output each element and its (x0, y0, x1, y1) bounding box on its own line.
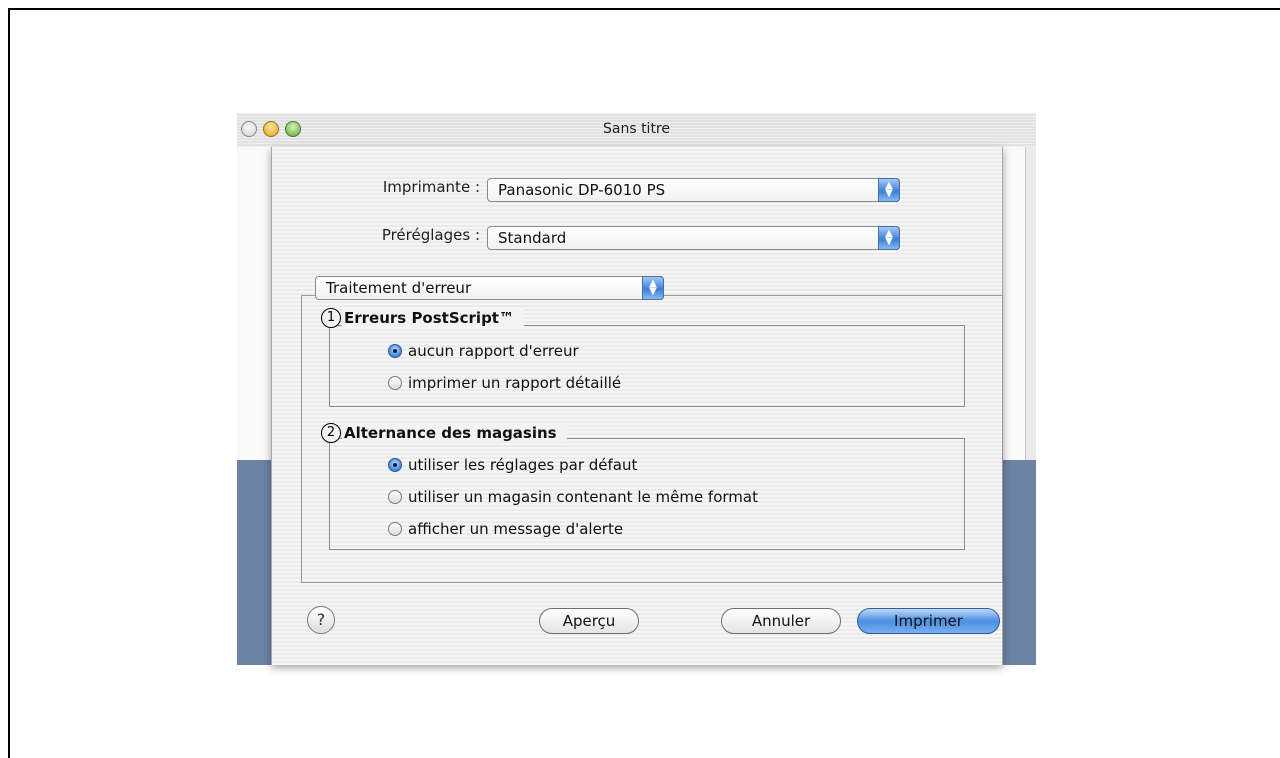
radio-unselected-icon[interactable] (388, 522, 402, 536)
tray-switching-title: Alternance des magasins (342, 424, 567, 442)
radio-unselected-icon[interactable] (388, 376, 402, 390)
popup-arrows-icon: ▲ ▼ (642, 276, 664, 300)
preview-button[interactable]: Aperçu (539, 608, 639, 634)
cancel-button[interactable]: Annuler (721, 608, 841, 634)
radio-detailed-report[interactable]: imprimer un rapport détaillé (388, 374, 621, 392)
popup-arrows-icon: ▲ ▼ (878, 178, 900, 202)
presets-popup[interactable]: Standard ▲ ▼ (487, 226, 900, 250)
presets-value: Standard (498, 229, 567, 247)
radio-no-error-report[interactable]: aucun rapport d'erreur (388, 342, 579, 360)
postscript-errors-group (329, 325, 965, 407)
radio-alert-message[interactable]: afficher un message d'alerte (388, 520, 623, 538)
title-bar[interactable]: Sans titre (237, 113, 1036, 148)
radio-same-format-tray[interactable]: utiliser un magasin contenant le même fo… (388, 488, 758, 506)
radio-selected-icon[interactable] (388, 344, 402, 358)
print-button[interactable]: Imprimer (857, 608, 1000, 634)
frame-left-border (8, 8, 10, 758)
document-scrollbar[interactable] (1025, 147, 1036, 460)
radio-label: utiliser un magasin contenant le même fo… (408, 488, 758, 506)
printer-value: Panasonic DP-6010 PS (498, 181, 666, 199)
radio-label: aucun rapport d'erreur (408, 342, 579, 360)
help-button[interactable]: ? (307, 606, 335, 634)
radio-unselected-icon[interactable] (388, 490, 402, 504)
presets-label: Préréglages : (381, 226, 480, 244)
radio-label: utiliser les réglages par défaut (408, 456, 638, 474)
radio-label: afficher un message d'alerte (408, 520, 624, 538)
radio-selected-icon[interactable] (388, 458, 402, 472)
callout-number-1: 1 (321, 308, 341, 328)
frame-top-border (8, 8, 1280, 10)
panel-value: Traitement d'erreur (326, 279, 472, 297)
postscript-errors-title: Erreurs PostScript™ (342, 309, 524, 327)
window-title: Sans titre (602, 121, 670, 137)
popup-arrows-icon: ▲ ▼ (878, 226, 900, 250)
printer-label: Imprimante : (382, 178, 480, 196)
panel-popup[interactable]: Traitement d'erreur ▲ ▼ (315, 276, 664, 300)
radio-label: imprimer un rapport détaillé (408, 374, 622, 392)
printer-popup[interactable]: Panasonic DP-6010 PS ▲ ▼ (487, 178, 900, 202)
callout-number-2: 2 (321, 423, 341, 443)
radio-default-settings[interactable]: utiliser les réglages par défaut (388, 456, 637, 474)
